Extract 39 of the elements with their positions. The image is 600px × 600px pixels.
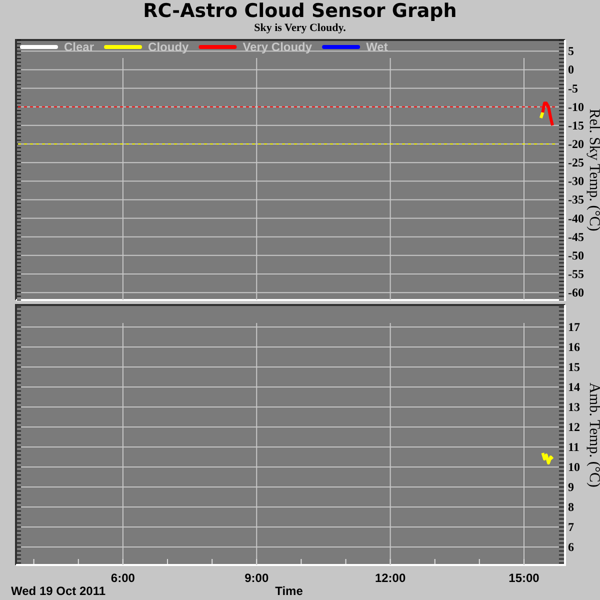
axis-tick-label: 7 bbox=[568, 520, 574, 534]
axis-tick-label: -25 bbox=[568, 156, 584, 170]
axis-tick-label: 10 bbox=[568, 460, 580, 474]
axis-tick-label: 15:00 bbox=[508, 571, 540, 585]
axis-tick-label: -60 bbox=[568, 286, 584, 300]
chart-title: RC-Astro Cloud Sensor Graph bbox=[143, 0, 457, 22]
legend-label: Clear bbox=[64, 40, 94, 54]
axis-tick-label: 0 bbox=[568, 62, 574, 77]
axis-tick-label: 9:00 bbox=[244, 571, 269, 585]
axis-tick-label: -50 bbox=[568, 248, 584, 262]
axis-tick-label: 9 bbox=[568, 480, 574, 494]
legend-label: Wet bbox=[366, 40, 388, 54]
axis-tick-label: 16 bbox=[568, 340, 580, 354]
axis-tick-label: -45 bbox=[568, 230, 584, 244]
axis-tick-label: -30 bbox=[568, 174, 584, 188]
axis-tick-label: 15 bbox=[568, 360, 580, 374]
axis-tick-label: -55 bbox=[568, 267, 584, 281]
axis-tick-label: 13 bbox=[568, 400, 580, 414]
axis-tick-label: 5 bbox=[568, 44, 574, 58]
axis-title: Time bbox=[275, 584, 303, 598]
axis-tick-label: 11 bbox=[568, 440, 580, 454]
axis-tick-label: -20 bbox=[568, 137, 584, 151]
legend-label: Very Cloudy bbox=[242, 40, 312, 54]
axis-tick-label: 6 bbox=[568, 540, 574, 554]
legend-label: Cloudy bbox=[148, 40, 189, 54]
axis-tick-label: 8 bbox=[568, 500, 574, 514]
axis-tick-label: -15 bbox=[568, 118, 584, 132]
date-label: Wed 19 Oct 2011 bbox=[11, 584, 106, 598]
axis-tick-label: 12 bbox=[568, 420, 580, 434]
axis-tick-label: 14 bbox=[568, 380, 580, 394]
axis-tick-label: -10 bbox=[568, 100, 584, 114]
axis-tick-label: -5 bbox=[568, 81, 578, 96]
axis-tick-label: -40 bbox=[568, 211, 584, 226]
axis-tick-label: 12:00 bbox=[374, 571, 406, 585]
axis-tick-label: 6:00 bbox=[110, 571, 135, 585]
axis-tick-label: 17 bbox=[568, 320, 580, 334]
data-line bbox=[541, 452, 554, 464]
axis-tick-label: -35 bbox=[568, 192, 584, 207]
chart-subtitle: Sky is Very Cloudy. bbox=[254, 22, 346, 35]
